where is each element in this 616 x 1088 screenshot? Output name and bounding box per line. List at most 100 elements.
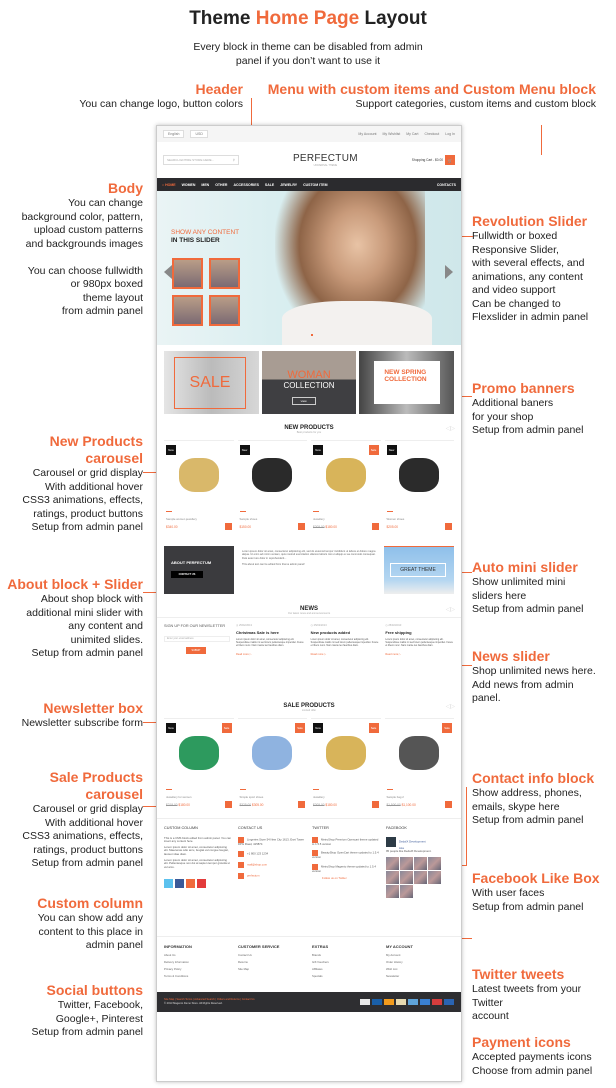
product-card[interactable]: New Sample women jewellery $340.00	[164, 440, 234, 540]
contact-us-button[interactable]: CONTACT US	[171, 571, 203, 578]
product-name[interactable]: Sample bag 2	[387, 795, 404, 799]
product-card[interactable]: Sale Simple sport shoes $325.00 $305.00	[237, 718, 307, 818]
menu-item-sale[interactable]: SALE	[265, 183, 274, 187]
fb-face[interactable]	[386, 856, 399, 870]
footer-link[interactable]: About Us	[164, 952, 232, 959]
google-plus-icon[interactable]	[186, 879, 195, 889]
footer-link[interactable]: Wish List	[386, 966, 454, 973]
footer-link[interactable]: Gift Vouchers	[312, 959, 380, 966]
product-name[interactable]: Women shoes	[387, 517, 405, 521]
product-card[interactable]: New Sale Jewellery for women $219.00 $180.0…	[164, 718, 234, 818]
footer-link[interactable]: Order History	[386, 959, 454, 966]
follow-twitter-link[interactable]: Follow us on Twitter	[312, 877, 380, 881]
fb-face[interactable]	[414, 870, 427, 884]
product-card[interactable]: New Sale Jewellery $205.00 $180.00	[311, 440, 381, 540]
slider-dot[interactable]	[311, 334, 313, 336]
logo[interactable]: PERFECTUM UNIVERSAL THEME	[293, 153, 358, 167]
contact-skype[interactable]: perfectum	[238, 873, 306, 880]
currency-select[interactable]: USD	[190, 130, 208, 138]
newsletter-email-input[interactable]: Enter your email address	[164, 636, 230, 642]
fb-face[interactable]	[428, 856, 441, 870]
product-card[interactable]: New Sample shoes $150.00	[237, 440, 307, 540]
pinterest-icon[interactable]	[197, 879, 206, 889]
add-to-cart-icon[interactable]	[445, 523, 452, 530]
product-name[interactable]: Simple sport shoes	[240, 795, 264, 799]
language-select[interactable]: English	[163, 130, 185, 138]
toplink-checkout[interactable]: Checkout	[424, 132, 439, 136]
slide-thumbnail[interactable]	[172, 258, 203, 289]
footer-link[interactable]: Specials	[312, 973, 380, 980]
carousel-arrows-icon[interactable]: ◁▷	[446, 703, 455, 710]
slider-next-arrow-icon[interactable]	[445, 265, 453, 279]
promo-banner-sale[interactable]: SALE	[164, 351, 259, 414]
footer-link[interactable]: Privacy Policy	[164, 966, 232, 973]
footer-link[interactable]: Affiliates	[312, 966, 380, 973]
product-card[interactable]: New Women shoes $205.00	[384, 440, 454, 540]
fb-face[interactable]	[386, 870, 399, 884]
footer-link[interactable]: Site Map	[238, 966, 306, 973]
product-card[interactable]: Sale Sample bag 2 $1,500.00 $1,100.00	[384, 718, 454, 818]
toplink-account[interactable]: My Account	[358, 132, 376, 136]
product-name[interactable]: Sample shoes	[240, 517, 258, 521]
product-name[interactable]: Jewellery for women	[166, 795, 192, 799]
read-more-link[interactable]: Read more ▷	[311, 653, 380, 656]
menu-item-jewelry[interactable]: JEWELRY	[280, 183, 297, 187]
twitter-icon[interactable]	[164, 879, 173, 889]
facebook-icon[interactable]	[175, 879, 184, 889]
search-input[interactable]: SEARCH ENTIRE STORE HERE... ⚲	[163, 155, 239, 165]
toplink-cart[interactable]: My Cart	[406, 132, 418, 136]
product-name[interactable]: Jewellery	[313, 795, 325, 799]
fb-face[interactable]	[400, 870, 413, 884]
footer-link[interactable]: Brands	[312, 952, 380, 959]
menu-item-other[interactable]: OTHER	[215, 183, 227, 187]
footer-link[interactable]: Terms & Conditions	[164, 973, 232, 980]
promo-banner-woman[interactable]: WOMAN COLLECTION view	[261, 351, 357, 414]
footer-link[interactable]: Delivery Information	[164, 959, 232, 966]
add-to-cart-icon[interactable]	[298, 523, 305, 530]
add-to-cart-icon[interactable]	[298, 801, 305, 808]
menu-item-contacts[interactable]: CONTACTS	[437, 183, 456, 187]
slider-prev-arrow-icon[interactable]	[164, 265, 172, 279]
fb-face[interactable]	[386, 884, 399, 898]
fb-face[interactable]	[414, 856, 427, 870]
carousel-arrows-icon[interactable]: ◁▷	[446, 606, 455, 613]
cart-icon[interactable]: 🛒	[444, 155, 455, 165]
fb-face[interactable]	[428, 870, 441, 884]
search-icon[interactable]: ⚲	[233, 158, 235, 162]
carousel-arrows-icon[interactable]: ◁▷	[446, 425, 455, 432]
product-card[interactable]: New Sale Jewellery $205.00 $180.00	[311, 718, 381, 818]
slide-thumbnail[interactable]	[209, 258, 240, 289]
add-to-cart-icon[interactable]	[224, 801, 232, 808]
add-to-cart-icon[interactable]	[224, 523, 232, 530]
footer-link[interactable]: Returns	[238, 959, 306, 966]
promo-view-button[interactable]: view	[291, 397, 316, 405]
fb-face[interactable]	[400, 856, 413, 870]
menu-item-women[interactable]: WOMEN	[182, 183, 196, 187]
auto-mini-slider[interactable]: GREAT THEME	[384, 546, 454, 594]
product-name[interactable]: Jewellery	[313, 517, 325, 521]
menu-item-home[interactable]: ⌂ HOME	[162, 183, 176, 187]
slide-thumbnail[interactable]	[172, 295, 203, 326]
toplink-login[interactable]: Log In	[445, 132, 455, 136]
cart-summary[interactable]: Shopping Cart - $0.00 🛒	[412, 155, 455, 165]
promo-banner-spring[interactable]: NEW SPRING COLLECTION	[359, 351, 455, 414]
news-title[interactable]: New products added	[311, 630, 380, 635]
fb-page-name[interactable]: DedaIX Development	[399, 839, 426, 844]
menu-item-men[interactable]: MEN	[201, 183, 209, 187]
newsletter-submit-button[interactable]: SUBMIT	[186, 647, 206, 654]
footer-link[interactable]: Contact Us	[238, 952, 306, 959]
contact-email[interactable]: mail@shop.com	[238, 862, 306, 869]
fb-face[interactable]	[400, 884, 413, 898]
add-to-cart-icon[interactable]	[371, 523, 379, 530]
add-to-cart-icon[interactable]	[371, 801, 379, 808]
add-to-cart-icon[interactable]	[445, 801, 452, 808]
product-name[interactable]: Sample women jewellery	[166, 517, 197, 521]
footer-link[interactable]: Newsletter	[386, 973, 454, 980]
read-more-link[interactable]: Read more ▷	[236, 653, 305, 656]
news-title[interactable]: Free shipping	[385, 630, 454, 635]
menu-item-custom[interactable]: CUSTOM ITEM	[303, 183, 327, 187]
toplink-wishlist[interactable]: My Wishlist	[383, 132, 401, 136]
news-title[interactable]: Christmas Sale is here	[236, 630, 305, 635]
slide-thumbnail[interactable]	[209, 295, 240, 326]
menu-item-accessories[interactable]: ACCESSORIES	[233, 183, 258, 187]
